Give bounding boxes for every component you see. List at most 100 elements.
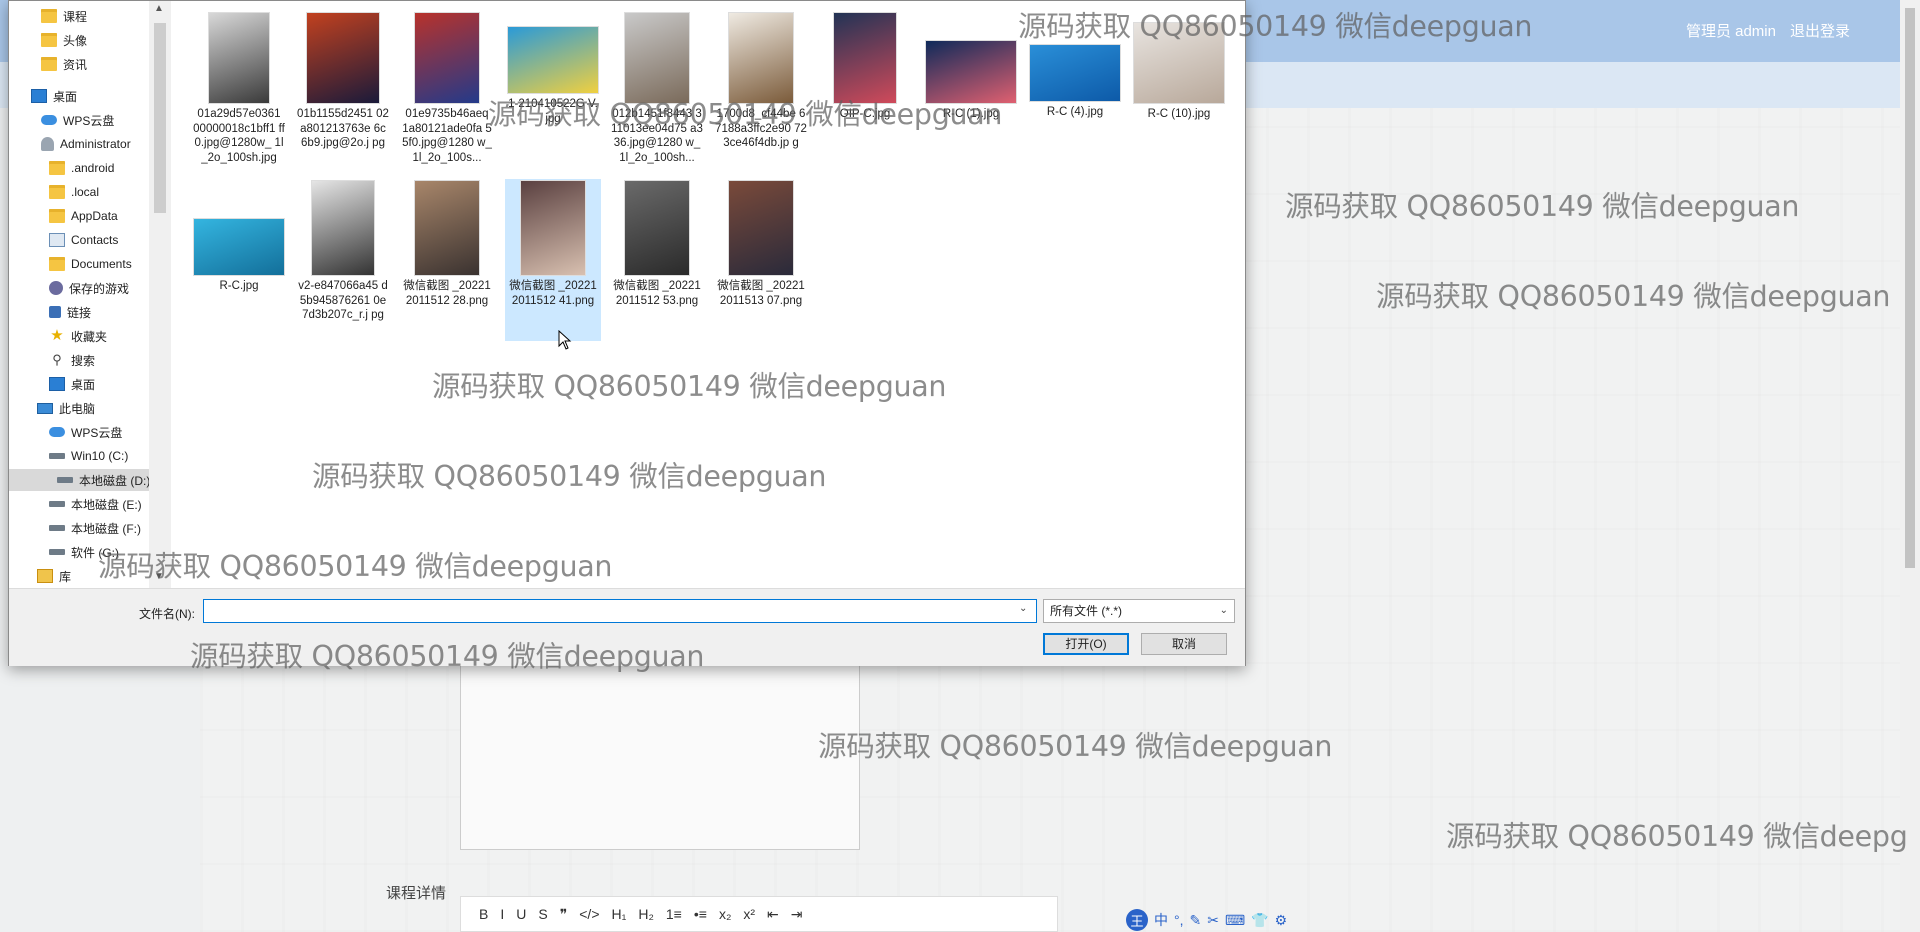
image-thumbnail xyxy=(729,13,793,103)
nav-item[interactable]: WPS云盘 xyxy=(41,109,114,131)
course-detail-label: 课程详情 xyxy=(386,885,447,902)
folder-icon xyxy=(41,9,57,23)
image-thumbnail xyxy=(729,181,793,275)
ime-tool-icon[interactable]: ⚙ xyxy=(1275,912,1288,929)
file-type-select[interactable]: 所有文件 (*.*) ⌄ xyxy=(1043,599,1235,623)
nav-item[interactable]: 头像 xyxy=(41,29,87,51)
file-tile[interactable]: 01b1155d2451 02a801213763e 6c6b9.jpg@2o.… xyxy=(295,11,391,171)
nav-item[interactable]: Win10 (C:) xyxy=(49,445,128,467)
nav-item[interactable]: 此电脑 xyxy=(37,397,95,419)
editor-tool-button[interactable]: 1≡ xyxy=(666,906,682,922)
editor-tool-button[interactable]: ⇥ xyxy=(791,906,803,923)
image-thumbnail xyxy=(1030,45,1120,101)
ime-tool-icon[interactable]: °, xyxy=(1174,912,1184,928)
admin-user-label[interactable]: 管理员 admin xyxy=(1686,20,1776,41)
file-name: 01a29d57e0361 00000018c1bff1 ff0.jpg@128… xyxy=(193,108,285,164)
nav-item[interactable]: Documents xyxy=(49,253,132,275)
file-tile[interactable]: R-C.jpg xyxy=(191,179,287,341)
ime-logo-icon[interactable]: 王 xyxy=(1126,909,1148,931)
ime-toolbar: 王中 °, ✎ ✂ ⌨ 👕 ⚙ xyxy=(1126,908,1287,932)
file-tile[interactable]: v2-e847066a45 d5b945876261 0e7d3b207c_r.… xyxy=(295,179,391,341)
file-tile[interactable]: 微信截图 _202212011512 28.png xyxy=(399,179,495,341)
file-tile[interactable]: OIP-C.jpg xyxy=(817,11,913,171)
nav-item[interactable]: ★ 收藏夹 xyxy=(49,325,107,347)
image-thumbnail xyxy=(415,13,479,103)
file-tile[interactable]: 01a29d57e0361 00000018c1bff1 ff0.jpg@128… xyxy=(191,11,287,171)
ime-tool-icon[interactable]: 中 xyxy=(1154,910,1168,930)
file-tile[interactable]: 1700d8_cf44be 67188a3ffc2e90 723ce46f4db… xyxy=(713,11,809,171)
nav-item[interactable]: 本地磁盘 (F:) xyxy=(49,517,141,539)
nav-item[interactable]: Contacts xyxy=(49,229,118,251)
page-scrollbar[interactable] xyxy=(1900,0,1920,932)
editor-tool-button[interactable]: </> xyxy=(579,906,599,922)
file-tile[interactable]: 01e9735b46aeq 1a80121ade0fa 55f0.jpg@128… xyxy=(399,11,495,171)
editor-tool-button[interactable]: ❞ xyxy=(560,906,568,923)
nav-item[interactable]: 本地磁盘 (E:) xyxy=(49,493,142,515)
page-scrollbar-thumb[interactable] xyxy=(1905,8,1915,568)
file-name: 微信截图 _202212011512 41.png xyxy=(509,280,597,307)
nav-item[interactable]: ⚲ 搜索 xyxy=(49,349,95,371)
nav-item[interactable]: .local xyxy=(49,181,99,203)
nav-item[interactable]: 资讯 xyxy=(41,53,87,75)
nav-item[interactable]: Administrator xyxy=(41,133,131,155)
nav-item[interactable]: 库 xyxy=(37,565,71,587)
cancel-button[interactable]: 取消 xyxy=(1141,633,1227,655)
nav-item[interactable]: 本地磁盘 (D:) xyxy=(9,469,149,491)
logout-link[interactable]: 退出登录 xyxy=(1790,20,1850,41)
image-thumbnail xyxy=(312,181,374,275)
file-tile[interactable]: R-C (1).jpg xyxy=(923,11,1019,171)
user-icon xyxy=(41,137,54,151)
filename-input[interactable] xyxy=(203,599,1037,623)
nav-item[interactable]: 桌面 xyxy=(31,85,77,107)
chevron-down-icon: ⌄ xyxy=(1219,605,1228,616)
mouse-pointer-icon xyxy=(558,330,572,350)
editor-tool-button[interactable]: H₂ xyxy=(638,906,654,922)
nav-item[interactable]: 链接 xyxy=(49,301,91,323)
nav-item-label: 链接 xyxy=(67,305,92,320)
nav-item-label: 搜索 xyxy=(71,353,96,368)
editor-tool-button[interactable]: x₂ xyxy=(719,906,731,922)
navigation-scrollbar-thumb[interactable] xyxy=(154,23,166,213)
nav-item[interactable]: 课程 xyxy=(41,5,87,27)
file-tile[interactable]: R-C (4).jpg xyxy=(1027,11,1123,171)
contacts-icon xyxy=(49,233,65,247)
desktop-icon xyxy=(31,89,47,103)
ime-tool-icon[interactable]: ✂ xyxy=(1207,912,1219,929)
nav-item[interactable]: .android xyxy=(49,157,114,179)
editor-tool-button[interactable]: H₁ xyxy=(612,906,627,922)
file-tile[interactable]: 微信截图 _202212011512 41.png xyxy=(505,179,601,341)
editor-tool-button[interactable]: x² xyxy=(743,906,755,922)
editor-tool-button[interactable]: B xyxy=(479,906,488,922)
editor-tool-button[interactable]: ⇤ xyxy=(767,906,779,923)
scroll-up-icon[interactable]: ▲ xyxy=(154,3,164,14)
ime-tool-icon[interactable]: 👕 xyxy=(1251,912,1268,929)
ime-tool-icon[interactable]: ⌨ xyxy=(1225,912,1245,929)
nav-item-label: 库 xyxy=(59,569,72,584)
folder-icon xyxy=(41,57,57,71)
nav-item[interactable]: 软件 (G:) xyxy=(49,541,119,563)
nav-item[interactable]: WPS云盘 xyxy=(49,421,122,443)
open-button[interactable]: 打开(O) xyxy=(1043,633,1129,655)
file-name: R-C.jpg xyxy=(219,280,259,292)
nav-item[interactable]: AppData xyxy=(49,205,118,227)
file-tile[interactable]: 012b1451f8443 311013ee04d75 a336.jpg@128… xyxy=(609,11,705,171)
ime-tool-icon[interactable]: ✎ xyxy=(1190,912,1202,929)
nav-item-label: 本地磁盘 (F:) xyxy=(71,521,141,536)
editor-tool-button[interactable]: U xyxy=(516,906,526,922)
file-name: R-C (1).jpg xyxy=(942,108,1000,120)
editor-tool-button[interactable]: •≡ xyxy=(694,906,707,922)
scroll-down-icon[interactable]: ▼ xyxy=(154,571,164,582)
file-tile[interactable]: 微信截图 _202212011512 53.png xyxy=(609,179,705,341)
course-textarea[interactable] xyxy=(460,650,860,850)
file-tile[interactable]: 1-210410522G V.jpg xyxy=(505,11,601,171)
editor-tool-button[interactable]: I xyxy=(500,906,504,922)
navigation-scrollbar[interactable]: ▲ ▼ xyxy=(149,1,171,588)
editor-tool-button[interactable]: S xyxy=(538,906,547,922)
nav-item[interactable]: 桌面 xyxy=(49,373,95,395)
file-tile[interactable]: 微信截图 _202212011513 07.png xyxy=(713,179,809,341)
nav-item[interactable]: 保存的游戏 xyxy=(49,277,129,299)
filename-dropdown-icon[interactable]: ⌄ xyxy=(1019,603,1027,614)
file-tile[interactable]: R-C (10).jpg xyxy=(1131,11,1227,171)
link-icon xyxy=(49,306,61,318)
nav-item-label: 本地磁盘 (E:) xyxy=(71,497,142,512)
